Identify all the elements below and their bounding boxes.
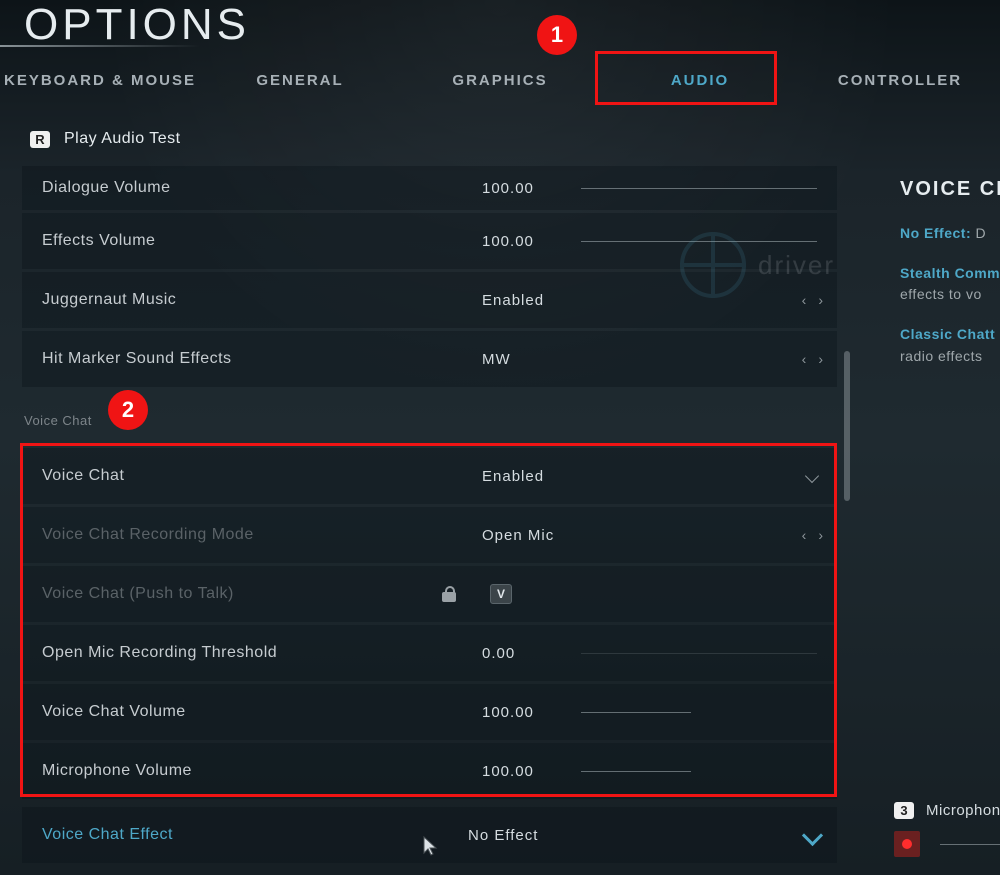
lock-icon xyxy=(442,586,456,602)
row-label: Voice Chat Effect xyxy=(42,826,422,844)
play-audio-test[interactable]: R Play Audio Test xyxy=(30,130,181,148)
microphone-label: Microphone xyxy=(926,802,1000,819)
row-label: Voice Chat (Push to Talk) xyxy=(42,585,442,603)
row-label: Voice Chat Recording Mode xyxy=(42,526,482,544)
chevron-left-icon[interactable]: ‹ xyxy=(802,527,807,543)
row-hit-marker[interactable]: Hit Marker Sound Effects MW ‹ › xyxy=(22,331,837,387)
cycle-arrows[interactable]: ‹ › xyxy=(802,272,823,328)
row-recording-mode[interactable]: Voice Chat Recording Mode Open Mic ‹ › xyxy=(22,507,837,563)
settings-list: Dialogue Volume 100.00 Effects Volume 10… xyxy=(22,166,837,866)
mic-level xyxy=(940,844,1000,845)
annotation-marker-1: 1 xyxy=(537,15,577,55)
play-audio-test-label: Play Audio Test xyxy=(64,130,181,148)
key-r: R xyxy=(30,131,50,148)
slider[interactable] xyxy=(581,771,691,772)
record-icon xyxy=(894,831,920,857)
row-voice-chat-volume[interactable]: Voice Chat Volume 100.00 xyxy=(22,684,837,740)
help-panel: VOICE CH No Effect: D Stealth Comm effect… xyxy=(900,178,1000,385)
row-value: Enabled xyxy=(482,468,682,485)
scrollbar-thumb[interactable] xyxy=(844,351,850,501)
slider[interactable] xyxy=(581,188,817,189)
row-label: Effects Volume xyxy=(42,232,482,250)
tab-graphics[interactable]: GRAPHICS xyxy=(400,53,600,108)
row-label: Microphone Volume xyxy=(42,762,482,780)
row-label: Dialogue Volume xyxy=(42,179,482,197)
row-juggernaut-music[interactable]: Juggernaut Music Enabled ‹ › xyxy=(22,272,837,328)
page-title: OPTIONS xyxy=(24,0,250,50)
row-value: 100.00 xyxy=(482,180,577,197)
section-voice-chat: Voice Chat xyxy=(24,413,837,428)
row-value: MW xyxy=(482,351,682,368)
help-text: radio effects xyxy=(900,348,983,364)
row-open-mic-threshold[interactable]: Open Mic Recording Threshold 0.00 xyxy=(22,625,837,681)
chevron-down-icon[interactable] xyxy=(801,823,825,847)
row-label: Juggernaut Music xyxy=(42,291,482,309)
row-label: Voice Chat Volume xyxy=(42,703,482,721)
row-value: Enabled xyxy=(482,292,682,309)
cycle-arrows[interactable]: ‹ › xyxy=(802,507,823,563)
row-value: 0.00 xyxy=(482,645,577,662)
slider[interactable] xyxy=(581,241,817,242)
row-push-to-talk: Voice Chat (Push to Talk) V xyxy=(22,566,837,622)
title-underline xyxy=(0,45,200,47)
tab-controller[interactable]: CONTROLLER xyxy=(800,53,1000,108)
microphone-meter xyxy=(894,831,1000,857)
row-value: Open Mic xyxy=(482,527,682,544)
row-label: Open Mic Recording Threshold xyxy=(42,644,482,662)
row-voice-chat-effect[interactable]: Voice Chat Effect No Effect xyxy=(22,807,837,863)
help-text: D xyxy=(971,225,986,241)
row-value: 100.00 xyxy=(482,704,577,721)
chevron-down-icon[interactable] xyxy=(803,467,821,485)
chevron-right-icon[interactable]: › xyxy=(818,527,823,543)
row-value: 100.00 xyxy=(482,233,577,250)
help-term-noeffect: No Effect: xyxy=(900,225,971,241)
row-microphone-volume[interactable]: Microphone Volume 100.00 xyxy=(22,743,837,799)
row-label: Hit Marker Sound Effects xyxy=(42,350,482,368)
row-label: Voice Chat xyxy=(42,467,482,485)
help-term-classic: Classic Chatt xyxy=(900,326,995,342)
row-value: No Effect xyxy=(468,827,668,844)
row-effects-volume[interactable]: Effects Volume 100.00 xyxy=(22,213,837,269)
row-voice-chat[interactable]: Voice Chat Enabled xyxy=(22,448,837,504)
chevron-left-icon[interactable]: ‹ xyxy=(802,292,807,308)
row-dialogue-volume[interactable]: Dialogue Volume 100.00 xyxy=(22,166,837,210)
row-value: 100.00 xyxy=(482,763,577,780)
microphone-row: 3 Microphone xyxy=(894,802,1000,819)
help-term-stealth: Stealth Comm xyxy=(900,265,1000,281)
key-v: V xyxy=(490,584,512,604)
slider[interactable] xyxy=(581,653,817,654)
chevron-right-icon[interactable]: › xyxy=(818,292,823,308)
tab-general[interactable]: GENERAL xyxy=(200,53,400,108)
tab-audio[interactable]: AUDIO xyxy=(600,53,800,108)
help-text: effects to vo xyxy=(900,286,982,302)
slider[interactable] xyxy=(581,712,691,713)
chevron-right-icon[interactable]: › xyxy=(818,351,823,367)
tabs-bar: KEYBOARD & MOUSE GENERAL GRAPHICS AUDIO … xyxy=(0,53,1000,108)
tab-keyboard-mouse[interactable]: KEYBOARD & MOUSE xyxy=(0,53,200,108)
cycle-arrows[interactable]: ‹ › xyxy=(802,331,823,387)
help-title: VOICE CH xyxy=(900,178,1000,201)
key-3: 3 xyxy=(894,802,914,819)
chevron-left-icon[interactable]: ‹ xyxy=(802,351,807,367)
